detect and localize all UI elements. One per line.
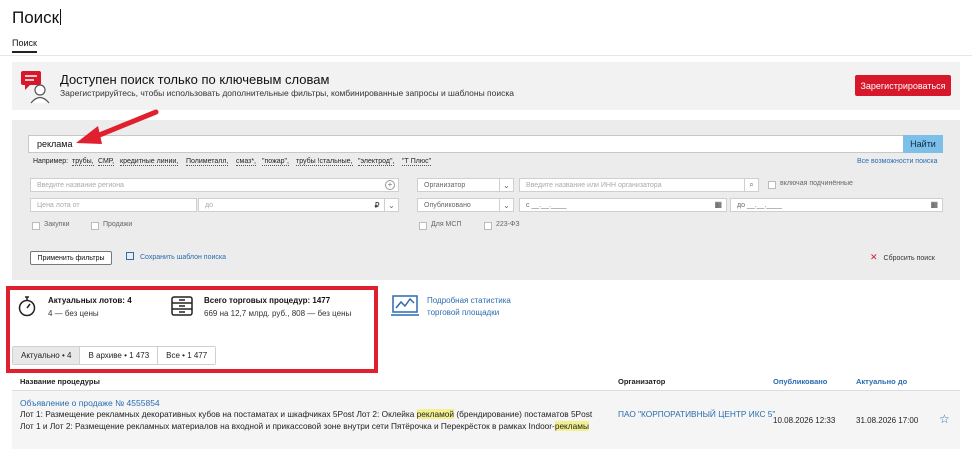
detailed-stats-link[interactable]: Подробная статистика [427,296,511,305]
fz223-label: 223-ФЗ [496,221,520,228]
purchases-checkbox[interactable] [32,222,40,230]
chat-user-icon [21,71,50,104]
statistics-chart-icon [391,295,419,316]
region-input[interactable]: Введите название региона + [30,178,399,192]
tab-search[interactable]: Поиск [12,38,37,53]
examples-label: Например: [33,158,69,165]
total-procedures-count: Всего торговых процедур: 1477 [204,296,331,305]
favorite-star-icon[interactable]: ☆ [939,412,950,426]
column-header-organizer: Организатор [618,377,666,386]
find-button[interactable]: Найти [903,135,943,153]
column-header-published[interactable]: Опубликовано [773,377,827,386]
segment-active[interactable]: Актуально • 4 [13,347,81,364]
msp-checkbox[interactable] [419,222,427,230]
chevron-down-icon[interactable]: ⌄ [384,199,398,211]
organizer-select[interactable]: Организатор ⌄ [417,178,514,192]
register-button[interactable]: Зарегистрироваться [855,75,951,96]
example-link[interactable]: "Т Плюс" [402,158,432,166]
chevron-down-icon: ⌄ [499,199,513,211]
text-cursor [60,9,62,25]
save-icon [126,252,134,260]
save-template-link[interactable]: Сохранить шаблон поиска [126,252,226,261]
include-subordinate-label: включая подчинённые [780,180,853,187]
example-link[interactable]: трубы !стальные, [296,158,353,166]
example-link[interactable]: "пожар", [262,158,289,166]
price-from-input[interactable]: Цена лота от [30,198,197,212]
example-link[interactable]: кредитные линии, [120,158,179,166]
stopwatch-icon [18,296,36,317]
apply-filters-button[interactable]: Применить фильтры [30,251,112,265]
msp-label: Для МСП [431,221,462,228]
active-lots-count: Актуальных лотов: 4 [48,296,132,305]
example-link[interactable]: Полиметалл, [186,158,229,166]
actual-until-date: 31.08.2026 17:00 [856,416,919,425]
date-to-input[interactable]: до __.__.____ ▦ [730,198,943,212]
sales-label: Продажи [103,221,133,228]
segment-archive[interactable]: В архиве • 1 473 [80,347,159,364]
status-segment-control: Актуально • 4 В архиве • 1 473 Все • 1 4… [12,346,217,365]
include-subordinate-checkbox[interactable] [768,181,776,189]
segment-all[interactable]: Все • 1 477 [158,347,216,364]
procedure-description: Лот 1: Размещение рекламных декоративных… [20,409,593,431]
banner-title: Доступен поиск только по ключевым словам [60,72,330,87]
banner-subtitle: Зарегистрируйтесь, чтобы использовать до… [60,88,514,98]
example-link[interactable]: "электрод", [358,158,395,166]
purchases-label: Закупки [44,221,70,228]
close-icon: ✕ [870,252,878,262]
search-icon[interactable]: ⌕ [744,179,758,191]
calendar-icon[interactable]: ▦ [930,200,938,209]
calendar-icon[interactable]: ▦ [714,200,722,209]
detailed-stats-link-line2[interactable]: торговой площадки [427,308,499,317]
add-region-icon[interactable]: + [385,180,395,190]
date-from-input[interactable]: с __.__.____ ▦ [519,198,727,212]
price-to-input[interactable]: до ₽ ⌄ [198,198,399,212]
column-header-name: Название процедуры [20,377,100,386]
reset-search-link[interactable]: ✕ Сбросить поиск [870,252,935,263]
organizer-input[interactable]: Введите название или ИНН организатора ⌕ [519,178,759,192]
page-title: Поиск [12,8,62,27]
published-date: 10.08.2026 12:33 [773,416,836,425]
tabs-divider [0,55,972,56]
fz223-checkbox[interactable] [484,222,492,230]
total-procedures-note: 669 на 12,7 млрд. руб., 808 — без цены [204,309,352,318]
organizer-link[interactable]: ПАО "КОРПОРАТИВНЫЙ ЦЕНТР ИКС 5" [618,409,778,420]
example-link[interactable]: трубы, [72,158,94,166]
published-select[interactable]: Опубликовано ⌄ [417,198,514,212]
example-link[interactable]: смаз*, [236,158,257,166]
annotation-arrow [76,109,159,144]
example-link[interactable]: СМР, [98,158,115,166]
chevron-down-icon: ⌄ [499,179,513,191]
column-header-actual-until[interactable]: Актуально до [856,377,907,386]
currency-label: ₽ [374,200,380,210]
active-lots-note: 4 — без цены [48,309,99,318]
sales-checkbox[interactable] [91,222,99,230]
procedure-title-link[interactable]: Объявление о продаже № 4555854 [20,398,160,408]
all-search-options-link[interactable]: Все возможности поиска [857,158,938,165]
archive-box-icon [171,296,193,316]
